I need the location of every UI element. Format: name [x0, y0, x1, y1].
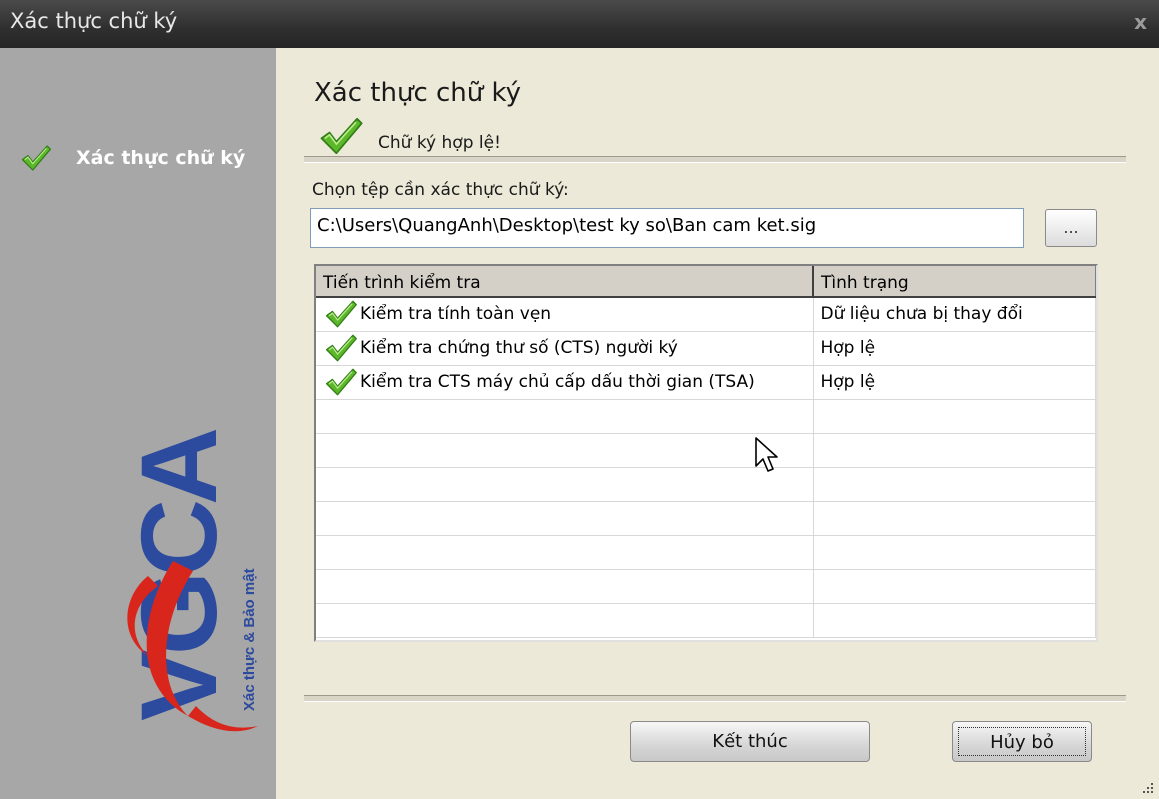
main-panel: Xác thực chữ ký Chữ ký hợp lệ! Chọn tệp …: [276, 48, 1159, 799]
check-name: Kiểm tra chứng thư số (CTS) người ký: [360, 338, 678, 358]
table-row-empty: [316, 433, 1096, 468]
column-header-status[interactable]: Tình trạng: [813, 266, 1096, 298]
check-cell: Kiểm tra tính toàn vẹn: [316, 297, 814, 332]
table-row[interactable]: Kiểm tra chứng thư số (CTS) người ký Hợp…: [316, 331, 1096, 366]
sidebar-item-verify-signature[interactable]: Xác thực chữ ký: [20, 144, 245, 172]
wizard-sidebar: Xác thực chữ ký VGCA Xác thực & Bảo mật: [0, 48, 276, 799]
table-row-empty: [316, 569, 1096, 604]
table-row[interactable]: Kiểm tra tính toàn vẹn Dữ liệu chưa bị t…: [316, 297, 1096, 332]
check-cell: Kiểm tra CTS máy chủ cấp dấu thời gian (…: [316, 365, 814, 400]
check-name: Kiểm tra CTS máy chủ cấp dấu thời gian (…: [360, 372, 755, 392]
status-message: Chữ ký hợp lệ!: [378, 133, 501, 153]
table-row-empty: [316, 399, 1096, 434]
page-title: Xác thực chữ ký: [314, 78, 522, 108]
finish-button[interactable]: Kết thúc: [630, 721, 870, 762]
status-cell: Hợp lệ: [813, 365, 1096, 400]
sidebar-item-label: Xác thực chữ ký: [76, 147, 246, 169]
checkmark-icon: [20, 144, 52, 172]
checkmark-icon: [318, 116, 364, 156]
check-cell: Kiểm tra chứng thư số (CTS) người ký: [316, 331, 814, 366]
signature-verification-window: Xác thực chữ ký x Xác thực chữ ký VGCA X…: [0, 0, 1159, 799]
check-name: Kiểm tra tính toàn vẹn: [360, 304, 552, 325]
status-cell: Hợp lệ: [813, 331, 1096, 366]
table-row-empty: [316, 603, 1096, 638]
vgca-logo: VGCA Xác thực & Bảo mật: [118, 429, 258, 732]
status-cell: Dữ liệu chưa bị thay đổi: [813, 297, 1096, 332]
footer-divider: [304, 695, 1126, 702]
checkmark-icon: [324, 299, 358, 329]
close-icon[interactable]: x: [1134, 10, 1147, 34]
table-row[interactable]: Kiểm tra CTS máy chủ cấp dấu thời gian (…: [316, 365, 1096, 400]
resize-grip-icon[interactable]: [1141, 781, 1155, 795]
table-row-empty: [316, 535, 1096, 570]
table-row-empty: [316, 501, 1096, 536]
verification-table: Tiến trình kiểm tra Tình trạng Kiểm tra …: [314, 264, 1098, 642]
logo-tagline: Xác thực & Bảo mật: [241, 568, 258, 711]
status-row: Chữ ký hợp lệ!: [318, 116, 501, 156]
checkmark-icon: [324, 333, 358, 363]
cancel-button-label: Hủy bỏ: [958, 727, 1086, 756]
table-row-empty: [316, 467, 1096, 502]
title-bar[interactable]: Xác thực chữ ký x: [0, 0, 1159, 48]
window-title: Xác thực chữ ký: [10, 9, 178, 33]
column-header-check[interactable]: Tiến trình kiểm tra: [316, 266, 814, 298]
file-field-label: Chọn tệp cần xác thực chữ ký:: [312, 180, 569, 200]
file-path-input[interactable]: C:\Users\QuangAnh\Desktop\test ky so\Ban…: [310, 208, 1024, 248]
mouse-cursor-icon: [755, 437, 778, 472]
browse-button[interactable]: ...: [1045, 209, 1097, 247]
checkmark-icon: [324, 367, 358, 397]
cancel-button[interactable]: Hủy bỏ: [952, 721, 1092, 762]
header-divider: [304, 156, 1126, 163]
